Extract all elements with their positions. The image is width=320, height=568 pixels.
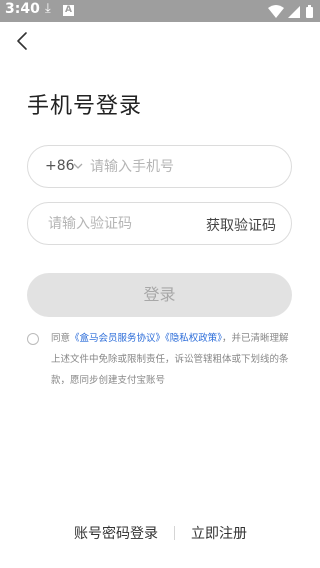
agreement-text: 同意《盒马会员服务协议》《隐私权政策》，并已清晰理解上述文件中免除或限制责任，诉… xyxy=(51,328,294,391)
status-time: 3:40 xyxy=(5,1,40,17)
privacy-policy-link[interactable]: 《隐私权政策》 xyxy=(165,333,222,344)
phone-field: +86 xyxy=(27,145,292,188)
agreement-checkbox[interactable] xyxy=(27,333,39,345)
page-title: 手机号登录 xyxy=(27,94,143,119)
register-link[interactable]: 立即注册 xyxy=(191,523,247,543)
signal-icon xyxy=(288,6,300,18)
verification-code-input[interactable] xyxy=(48,211,198,237)
agreement-prefix: 同意 xyxy=(51,333,71,344)
bottom-links: 账号密码登录 立即注册 xyxy=(0,523,320,543)
service-agreement-link[interactable]: 《盒马会员服务协议》 xyxy=(70,333,165,344)
chevron-down-icon[interactable] xyxy=(72,160,84,172)
phone-input[interactable] xyxy=(90,154,270,180)
password-login-link[interactable]: 账号密码登录 xyxy=(74,523,158,543)
download-icon: ⤓ xyxy=(45,1,51,16)
battery-icon xyxy=(306,5,313,18)
chevron-left-icon[interactable] xyxy=(12,30,34,52)
status-bar: 3:40 ⤓ A xyxy=(0,0,320,22)
status-icons xyxy=(268,5,313,18)
divider xyxy=(174,526,175,540)
wifi-icon xyxy=(268,5,284,18)
verification-code-field: 获取验证码 xyxy=(27,202,292,245)
notification-a-icon: A xyxy=(63,5,74,16)
get-code-button[interactable]: 获取验证码 xyxy=(206,215,276,235)
country-code-selector[interactable]: +86 xyxy=(45,158,75,174)
login-button[interactable]: 登录 xyxy=(27,273,292,317)
